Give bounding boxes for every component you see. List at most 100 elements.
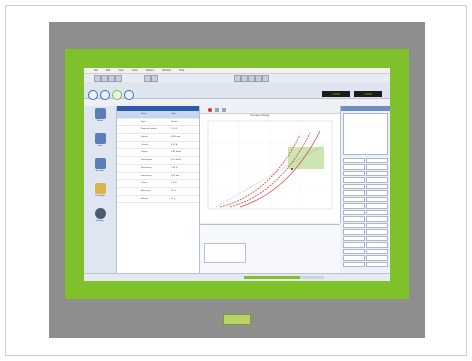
- list-item[interactable]: [341, 242, 390, 249]
- list-item[interactable]: [341, 216, 390, 223]
- value-cell[interactable]: [343, 261, 365, 267]
- preview-box: [343, 113, 388, 155]
- check-icon[interactable]: [112, 90, 122, 100]
- toolbar-button[interactable]: [94, 75, 101, 82]
- list-item[interactable]: [341, 164, 390, 171]
- value-cell[interactable]: [343, 157, 365, 163]
- value-cell[interactable]: [366, 157, 388, 163]
- result-box: [204, 243, 246, 263]
- menu-options[interactable]: Options: [146, 69, 155, 72]
- list-item[interactable]: [341, 222, 390, 229]
- continuous-operation-region: [288, 147, 324, 169]
- list-item[interactable]: [341, 248, 390, 255]
- value-cell[interactable]: [343, 177, 365, 183]
- menu-window[interactable]: Window: [162, 69, 171, 72]
- sidebar-item-encoder[interactable]: Encoder: [89, 158, 111, 180]
- table-row[interactable]: Stall torque 65.0 mNm: [117, 157, 199, 165]
- value-cell[interactable]: [343, 216, 365, 222]
- toolbar-button[interactable]: [151, 75, 158, 82]
- list-item[interactable]: [341, 157, 390, 164]
- value-cell[interactable]: [366, 248, 388, 254]
- list-item[interactable]: [341, 235, 390, 242]
- toolbar-button[interactable]: [108, 75, 115, 82]
- list-item[interactable]: [341, 229, 390, 236]
- table-cell: Resistance: [141, 166, 152, 169]
- plot-tool-icon[interactable]: [215, 107, 219, 112]
- toolbar-button[interactable]: [262, 75, 269, 82]
- value-cell[interactable]: [343, 183, 365, 189]
- back-icon[interactable]: [88, 90, 98, 100]
- value-cell[interactable]: [343, 235, 365, 241]
- value-cell[interactable]: [366, 261, 388, 267]
- value-cell[interactable]: [366, 177, 388, 183]
- sidebar-item-controller[interactable]: Controller: [89, 183, 111, 205]
- value-cell[interactable]: [343, 222, 365, 228]
- list-item[interactable]: [341, 203, 390, 210]
- table-row[interactable]: Nominal voltage 12.0 V: [117, 126, 199, 135]
- list-item[interactable]: [341, 209, 390, 216]
- list-item[interactable]: [341, 196, 390, 203]
- toolbar-button[interactable]: [234, 75, 241, 82]
- table-row[interactable]: Speed 4390 rpm: [117, 134, 199, 142]
- value-cell[interactable]: [343, 190, 365, 196]
- value-cell[interactable]: [366, 229, 388, 235]
- value-cell[interactable]: [366, 183, 388, 189]
- value-cell[interactable]: [366, 164, 388, 170]
- progress-fill: [244, 276, 300, 279]
- table-row[interactable]: Efficiency 78 %: [117, 188, 199, 196]
- menu-view[interactable]: View: [118, 69, 123, 72]
- value-cell[interactable]: [343, 170, 365, 176]
- sidebar-item-settings[interactable]: Settings: [89, 208, 111, 230]
- value-cell[interactable]: [343, 229, 365, 235]
- toolbar-button[interactable]: [144, 75, 151, 82]
- refresh-icon[interactable]: [124, 90, 134, 100]
- sidebar-item-motor[interactable]: Motor: [89, 108, 111, 130]
- menu-edit[interactable]: Edit: [106, 69, 110, 72]
- value-cell[interactable]: [343, 248, 365, 254]
- menu-help[interactable]: Help: [179, 69, 184, 72]
- list-item[interactable]: [341, 177, 390, 184]
- sidebar-item-gear[interactable]: Gear: [89, 133, 111, 155]
- value-cell[interactable]: [366, 203, 388, 209]
- list-item[interactable]: [341, 170, 390, 177]
- toolbar-button[interactable]: [101, 75, 108, 82]
- table-row[interactable]: Weight 21 g: [117, 196, 199, 204]
- value-cell[interactable]: [343, 255, 365, 261]
- motor-icon: [94, 108, 106, 119]
- forward-icon[interactable]: [100, 90, 110, 100]
- toolbar-button[interactable]: [241, 75, 248, 82]
- list-item[interactable]: [341, 190, 390, 197]
- value-cell[interactable]: [366, 235, 388, 241]
- value-cell[interactable]: [343, 164, 365, 170]
- list-item[interactable]: [341, 261, 390, 268]
- value-cell[interactable]: [366, 196, 388, 202]
- table-cell: 21 g: [171, 197, 176, 200]
- table-row[interactable]: Torque 5.83 mNm: [117, 149, 199, 158]
- value-cell[interactable]: [343, 196, 365, 202]
- value-cell[interactable]: [343, 209, 365, 215]
- table-row[interactable]: Current 0.57 A: [117, 142, 199, 150]
- toolbar-button[interactable]: [255, 75, 262, 82]
- value-cell[interactable]: [366, 216, 388, 222]
- table-row[interactable]: Inductance 0.39 mH: [117, 173, 199, 181]
- record-icon[interactable]: [208, 107, 212, 112]
- table-row[interactable]: Name Value: [117, 111, 199, 119]
- toolbar-button[interactable]: [115, 75, 122, 82]
- menu-file[interactable]: File: [94, 69, 98, 72]
- value-cell[interactable]: [366, 170, 388, 176]
- menu-tools[interactable]: Tools: [132, 69, 138, 72]
- plot-tool-icon[interactable]: [222, 107, 226, 112]
- value-cell[interactable]: [343, 242, 365, 248]
- list-item[interactable]: [341, 255, 390, 262]
- table-row[interactable]: Type Param: [117, 119, 199, 127]
- value-cell[interactable]: [366, 190, 388, 196]
- value-cell[interactable]: [366, 255, 388, 261]
- list-item[interactable]: [341, 183, 390, 190]
- table-row[interactable]: Resistance 7.84 Ω: [117, 165, 199, 173]
- value-cell[interactable]: [343, 203, 365, 209]
- value-cell[interactable]: [366, 209, 388, 215]
- value-cell[interactable]: [366, 222, 388, 228]
- toolbar-button[interactable]: [248, 75, 255, 82]
- value-cell[interactable]: [366, 242, 388, 248]
- table-row[interactable]: Power 3.0 W: [117, 180, 199, 188]
